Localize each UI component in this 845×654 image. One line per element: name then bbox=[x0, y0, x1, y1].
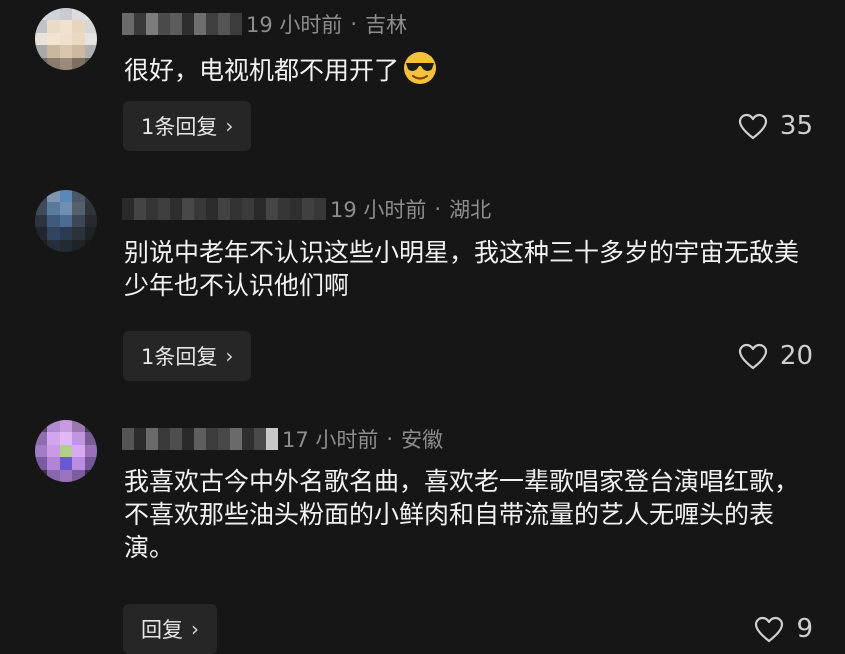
username-blurred[interactable] bbox=[122, 13, 242, 35]
reply-button[interactable]: 回复 › bbox=[123, 604, 217, 654]
comment-text-body: 很好，电视机都不用开了 bbox=[124, 56, 400, 85]
cool-sunglasses-emoji-icon bbox=[403, 51, 437, 93]
like-count: 35 bbox=[779, 111, 813, 141]
avatar[interactable] bbox=[35, 420, 97, 482]
reply-label: 1条回复 bbox=[141, 345, 218, 369]
heart-outline-icon bbox=[738, 113, 768, 139]
username-blurred[interactable] bbox=[122, 198, 326, 220]
chevron-right-icon: › bbox=[225, 344, 234, 368]
reply-label: 回复 bbox=[141, 618, 183, 642]
reply-label: 1条回复 bbox=[141, 115, 218, 139]
avatar[interactable] bbox=[35, 190, 97, 252]
chevron-right-icon: › bbox=[191, 617, 199, 641]
comment-text: 很好，电视机都不用开了 bbox=[124, 51, 814, 93]
like-button[interactable]: 9 bbox=[754, 613, 813, 645]
like-count: 9 bbox=[796, 614, 813, 644]
meta-separator: · bbox=[434, 197, 442, 221]
comment-location: 安徽 bbox=[401, 428, 444, 452]
comment-meta: 19 小时前 · 吉林 bbox=[122, 9, 407, 39]
meta-separator: · bbox=[386, 427, 394, 451]
comment-location: 吉林 bbox=[365, 13, 408, 37]
comment-location: 湖北 bbox=[449, 198, 492, 222]
heart-outline-icon bbox=[738, 343, 768, 369]
chevron-right-icon: › bbox=[225, 114, 234, 138]
view-replies-button[interactable]: 1条回复 › bbox=[123, 101, 252, 151]
heart-outline-icon bbox=[755, 616, 784, 642]
meta-separator: · bbox=[350, 12, 358, 36]
view-replies-button[interactable]: 1条回复 › bbox=[123, 331, 252, 381]
comment-time: 19 小时前 bbox=[246, 13, 343, 37]
comment-text: 别说中老年不认识这些小明星，我这种三十多岁的宇宙无敌美少年也不认识他们啊 bbox=[124, 238, 800, 300]
avatar[interactable] bbox=[35, 8, 97, 70]
comment-text: 我喜欢古今中外名歌名曲，喜欢老一辈歌唱家登台演唱红歌，不喜欢那些油头粉面的小鲜肉… bbox=[124, 467, 800, 562]
username-blurred[interactable] bbox=[122, 428, 278, 450]
comment-meta: 17 小时前 · 安徽 bbox=[122, 424, 443, 454]
comment-time: 17 小时前 bbox=[282, 428, 379, 452]
like-button[interactable]: 20 bbox=[738, 340, 813, 372]
comment-meta: 19 小时前 · 湖北 bbox=[122, 194, 491, 224]
like-button[interactable]: 35 bbox=[738, 110, 813, 142]
like-count: 20 bbox=[779, 341, 813, 371]
comment-time: 19 小时前 bbox=[330, 198, 427, 222]
